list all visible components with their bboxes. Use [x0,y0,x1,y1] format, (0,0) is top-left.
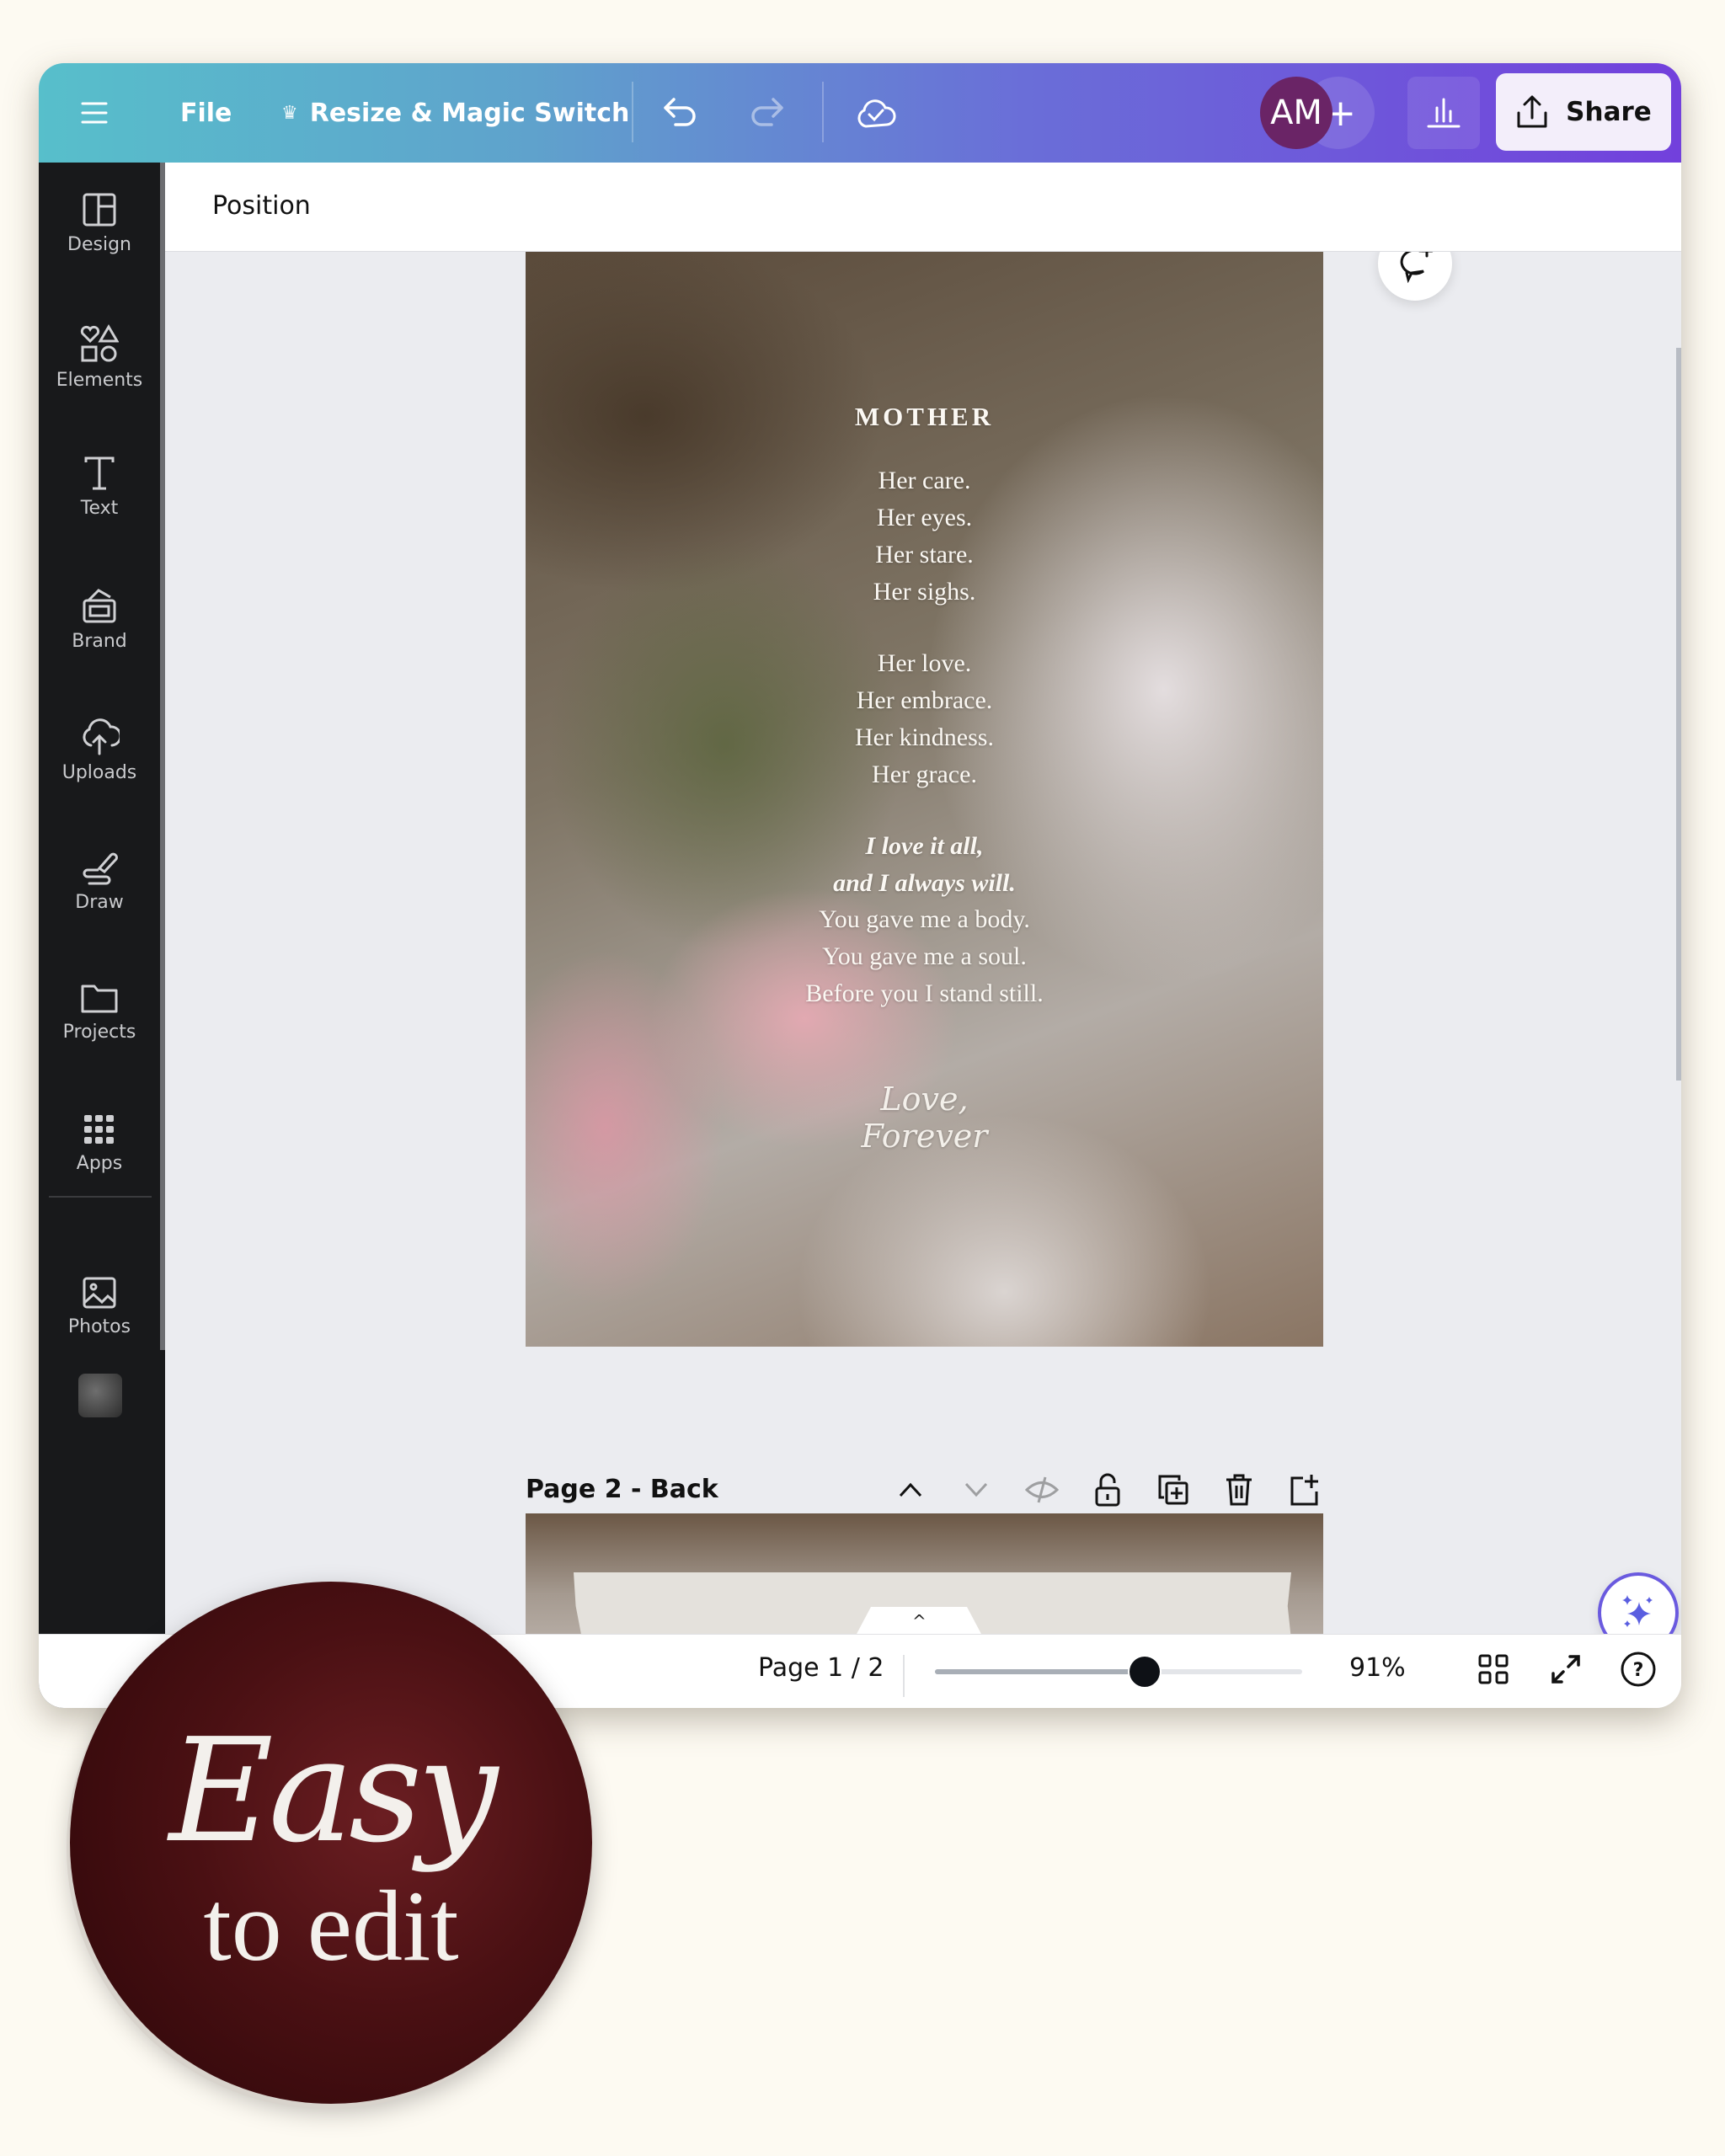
chevron-up-icon [899,1482,922,1497]
canvas-vertical-scrollbar[interactable] [1676,348,1681,1081]
add-page-icon [1290,1475,1318,1506]
help-icon: ? [1621,1652,1656,1687]
bottom-bar-divider [903,1655,905,1697]
delete-page-button[interactable] [1222,1473,1256,1507]
resize-label: Resize & Magic Switch [309,98,630,128]
zoom-slider-thumb[interactable] [1127,1655,1162,1689]
hamburger-menu-icon [81,102,108,124]
add-comment-button[interactable] [1378,252,1452,301]
fullscreen-button[interactable] [1546,1650,1585,1689]
crown-icon: ♛ [281,102,298,124]
canvas-area: MOTHER Her care. Her eyes. Her stare. He… [165,252,1681,1697]
sidebar-label: Design [67,234,131,255]
image-icon [83,1277,116,1309]
canva-editor-window: File ♛ Resize & Magic Switch + AM Share … [39,63,1681,1708]
share-button[interactable]: Share [1496,73,1671,151]
sidebar-item-elements[interactable]: Elements [39,324,160,391]
left-sidebar [39,163,165,1708]
sidebar-item-uploads[interactable]: Uploads [39,718,160,783]
poem-stanza-2[interactable]: Her love. Her embrace. Her kindness. Her… [526,645,1323,793]
redo-button[interactable] [748,63,785,163]
poem-stanza-4[interactable]: You gave me a body. You gave me a soul. … [526,901,1323,1012]
sidebar-label: Photos [67,1316,131,1337]
context-toolbar: Position [165,163,1681,252]
recent-design-thumbnail[interactable] [78,1374,122,1417]
zoom-percentage[interactable]: 91% [1349,1653,1406,1683]
duplicate-page-button[interactable] [1156,1473,1190,1507]
eye-hidden-icon [1025,1476,1059,1503]
menu-button[interactable] [81,63,115,163]
sidebar-item-apps[interactable]: Apps [39,1114,160,1174]
page-indicator[interactable]: Page 1 / 2 [758,1653,884,1683]
toolbar-divider [632,82,633,142]
add-comment-icon [1400,252,1434,283]
poem-stanza-1[interactable]: Her care. Her eyes. Her stare. Her sighs… [526,462,1323,611]
apps-grid-icon [84,1115,114,1144]
shapes-icon [80,324,119,362]
text-t-icon [84,456,115,490]
page-2-header: Page 2 - Back [526,1465,1323,1515]
help-button[interactable]: ? [1619,1650,1658,1689]
sidebar-label: Draw [75,892,124,913]
cloud-upload-icon [83,718,120,755]
page-2-title[interactable]: Page 2 - Back [526,1475,718,1504]
poem-stanza-3[interactable]: I love it all, and I always will. [526,828,1323,902]
sidebar-item-draw[interactable]: Draw [39,850,160,913]
trash-icon [1226,1474,1252,1506]
undo-button[interactable] [662,63,699,163]
user-avatar[interactable]: AM [1260,77,1332,149]
poem-signature[interactable]: Love, Forever [526,1081,1323,1155]
unlock-icon [1095,1473,1120,1507]
zoom-slider-fill [935,1669,1145,1674]
save-status-button[interactable] [854,63,896,163]
zoom-slider[interactable] [935,1655,1302,1689]
grid-view-icon [1478,1654,1509,1684]
top-toolbar: File ♛ Resize & Magic Switch + AM Share [39,63,1681,163]
sidebar-label: Projects [62,1022,136,1043]
page-1-canvas[interactable]: MOTHER Her care. Her eyes. Her stare. He… [526,252,1323,1347]
sparkle-icon [1622,1595,1653,1627]
badge-line-2: to edit [203,1870,459,1982]
hide-page-button[interactable] [1025,1473,1059,1507]
sidebar-item-photos[interactable]: Photos [39,1276,160,1337]
sidebar-label: Text [80,498,119,519]
badge-line-1: Easy [168,1708,499,1875]
layout-icon [83,193,116,227]
sidebar-item-text[interactable]: Text [39,456,160,519]
chevron-down-icon [964,1482,988,1497]
share-label: Share [1566,97,1652,127]
undo-icon [664,98,696,126]
sidebar-item-design[interactable]: Design [39,192,160,255]
chevron-up-icon: ^ [912,1611,927,1631]
poem-title[interactable]: MOTHER [526,402,1323,432]
sidebar-item-projects[interactable]: Projects [39,981,160,1043]
folder-icon [81,985,118,1013]
move-page-down-button[interactable] [959,1473,993,1507]
easy-to-edit-badge: Easy to edit [70,1582,592,2104]
upload-share-icon [1517,95,1547,128]
sidebar-item-brand[interactable]: Brand [39,587,160,652]
cloud-saved-icon [857,99,896,128]
grid-view-button[interactable] [1474,1650,1513,1689]
move-page-up-button[interactable] [894,1473,927,1507]
file-menu-button[interactable]: File [180,63,232,163]
resize-magic-switch-button[interactable]: ♛ Resize & Magic Switch [281,63,629,163]
add-page-button[interactable] [1288,1473,1322,1507]
duplicate-icon [1158,1475,1188,1505]
sidebar-label: Brand [72,631,127,652]
sidebar-label: Uploads [61,762,137,783]
sidebar-label: Elements [56,370,143,391]
analytics-button[interactable] [1407,77,1480,149]
toolbar-divider [822,82,824,142]
redo-icon [751,98,783,126]
sidebar-label: Apps [76,1153,123,1174]
fullscreen-icon [1551,1655,1580,1684]
sidebar-divider [49,1196,152,1198]
bar-chart-icon [1427,98,1461,128]
lock-page-button[interactable] [1091,1473,1124,1507]
svg-text:?: ? [1633,1660,1644,1681]
brand-kit-icon [83,589,116,623]
position-button[interactable]: Position [212,191,311,221]
pen-draw-icon [83,852,118,885]
